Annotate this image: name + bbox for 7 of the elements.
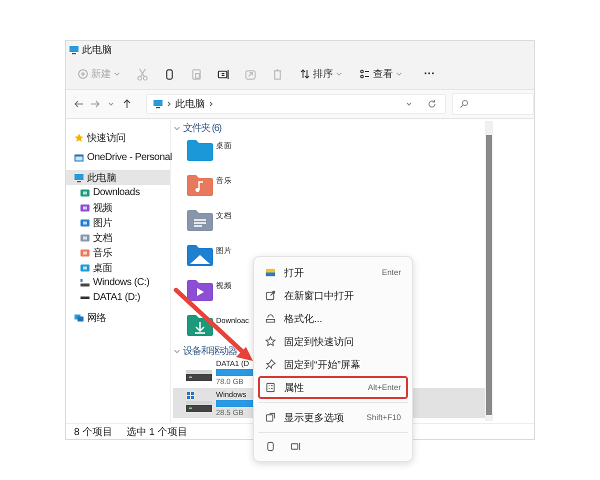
window-title: 此电脑 bbox=[82, 44, 112, 57]
shortcut-label: Enter bbox=[382, 268, 401, 277]
selection-count: 选中 1 个项目 bbox=[126, 426, 188, 438]
section-header: 文件夹 (6) bbox=[183, 122, 221, 134]
shortcut-label: Shift+F10 bbox=[366, 413, 401, 422]
shortcut-label: Alt+Enter bbox=[368, 383, 401, 392]
item-count: 8 个项目 bbox=[74, 426, 112, 438]
